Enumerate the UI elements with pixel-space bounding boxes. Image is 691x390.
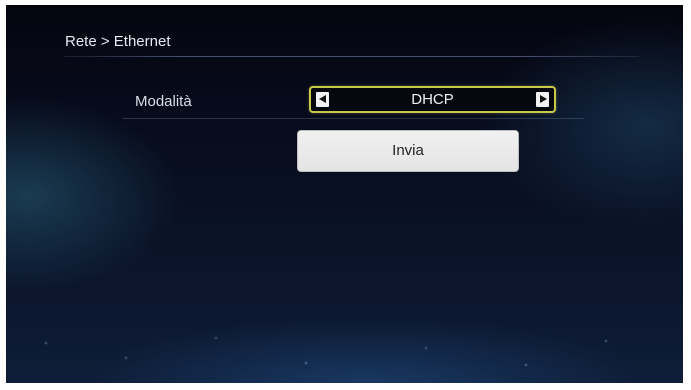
arrow-left-icon[interactable] <box>316 92 329 107</box>
header-divider <box>64 56 639 57</box>
mode-setting-row[interactable]: Modalità DHCP <box>122 85 584 119</box>
header: Rete > Ethernet <box>6 5 683 57</box>
mode-selector[interactable]: DHCP <box>309 86 556 113</box>
mode-label: Modalità <box>135 93 192 110</box>
tv-screen: Rete > Ethernet Modalità DHCP Invia <box>6 5 683 383</box>
submit-button[interactable]: Invia <box>297 130 519 172</box>
breadcrumb: Rete > Ethernet <box>65 33 171 50</box>
arrow-right-icon[interactable] <box>536 92 549 107</box>
row-divider <box>122 118 584 119</box>
mode-value: DHCP <box>411 91 454 108</box>
